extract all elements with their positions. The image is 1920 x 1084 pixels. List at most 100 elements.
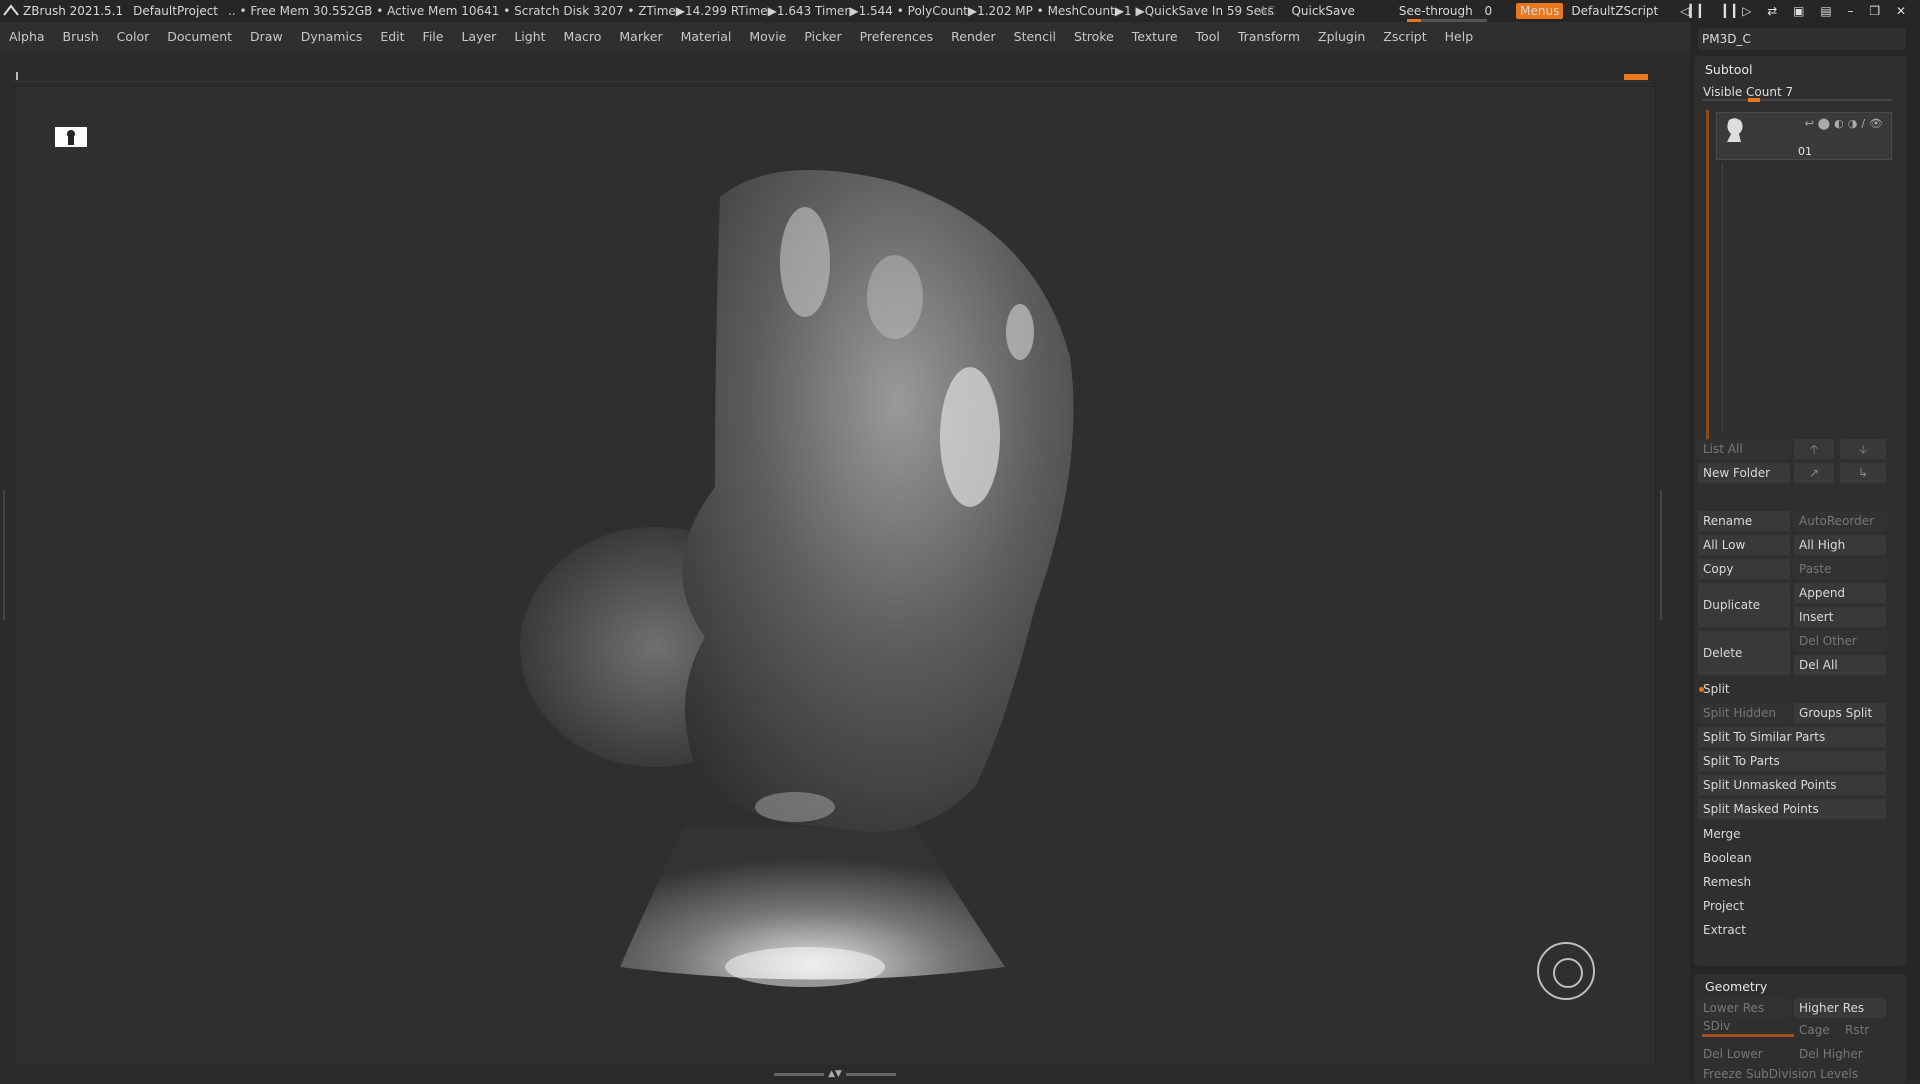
split-parts-button[interactable]: Split To Parts <box>1698 751 1886 771</box>
menu-color[interactable]: Color <box>108 29 159 44</box>
menu-file[interactable]: File <box>414 29 453 44</box>
left-tray-handle[interactable] <box>3 490 9 620</box>
ui-layout-icon[interactable]: ▣ <box>1793 4 1804 18</box>
split-masked-button[interactable]: Split Masked Points <box>1698 799 1886 819</box>
split-hidden-button[interactable]: Split Hidden <box>1698 703 1790 723</box>
project-subpalette[interactable]: Project <box>1698 896 1886 916</box>
layout-narrow-icon[interactable]: ▎▎▷ <box>1724 4 1752 18</box>
remesh-subpalette[interactable]: Remesh <box>1698 872 1886 892</box>
del-lower-button[interactable]: Del Lower <box>1698 1044 1790 1064</box>
menu-document[interactable]: Document <box>158 29 241 44</box>
subtool-toggle-icons[interactable]: ↩⬤◐◑∕👁 <box>1805 117 1887 130</box>
close-icon[interactable]: ✕ <box>1896 4 1906 18</box>
menu-texture[interactable]: Texture <box>1123 29 1187 44</box>
timeline-marker[interactable] <box>16 72 18 80</box>
list-all-button[interactable]: List All <box>1698 439 1790 459</box>
del-higher-button[interactable]: Del Higher <box>1794 1044 1886 1064</box>
menu-macro[interactable]: Macro <box>555 29 611 44</box>
menu-zscript[interactable]: Zscript <box>1374 29 1435 44</box>
see-through-slider[interactable]: See-through 0 <box>1391 4 1500 22</box>
project-name[interactable]: DefaultProject <box>133 4 218 18</box>
menu-edit[interactable]: Edit <box>371 29 413 44</box>
timeline-orange-marker[interactable] <box>1624 74 1648 80</box>
menu-help[interactable]: Help <box>1436 29 1483 44</box>
window-controls: ◁▎▎ ▎▎▷ ⇄ ▣ ▤ – ❐ ✕ <box>1674 4 1912 18</box>
minimize-icon[interactable]: – <box>1848 4 1854 18</box>
bottom-tray-handle[interactable]: ▲▼ <box>770 1069 900 1079</box>
all-low-button[interactable]: All Low <box>1698 535 1790 555</box>
groups-split-button[interactable]: Groups Split <box>1794 703 1886 723</box>
layout-wide-icon[interactable]: ◁▎▎ <box>1680 4 1708 18</box>
menu-material[interactable]: Material <box>672 29 741 44</box>
subtool-title[interactable]: Subtool <box>1705 62 1752 77</box>
subtool-entry-name: 01 <box>1798 145 1812 158</box>
right-tray-handle[interactable] <box>1660 490 1666 620</box>
3d-model[interactable] <box>15 87 1656 1066</box>
timeline-strip[interactable] <box>14 72 1650 82</box>
menu-zplugin[interactable]: Zplugin <box>1309 29 1374 44</box>
higher-res-button[interactable]: Higher Res <box>1794 998 1886 1018</box>
del-other-button[interactable]: Del Other <box>1794 631 1886 651</box>
copy-button[interactable]: Copy <box>1698 559 1790 579</box>
subtool-entry[interactable]: ↩⬤◐◑∕👁 01 <box>1716 112 1892 160</box>
quicksave-button[interactable]: QuickSave <box>1291 4 1354 18</box>
restore-icon[interactable]: ❐ <box>1869 4 1880 18</box>
move-down-arrow-icon[interactable]: 🡣 <box>1840 439 1886 459</box>
menu-stroke[interactable]: Stroke <box>1065 29 1123 44</box>
split-similar-button[interactable]: Split To Similar Parts <box>1698 727 1886 747</box>
document-canvas[interactable] <box>14 86 1656 1066</box>
visible-count-track[interactable] <box>1702 98 1892 102</box>
menu-light[interactable]: Light <box>505 29 554 44</box>
ui-config-icon[interactable]: ▤ <box>1820 4 1831 18</box>
tool-name-field[interactable]: PM3D_C <box>1698 28 1906 50</box>
append-button[interactable]: Append <box>1794 583 1886 603</box>
menu-tool[interactable]: Tool <box>1187 29 1229 44</box>
cage-button[interactable]: Cage <box>1794 1020 1840 1040</box>
menu-preferences[interactable]: Preferences <box>851 29 943 44</box>
menu-picker[interactable]: Picker <box>795 29 850 44</box>
paste-button[interactable]: Paste <box>1794 559 1886 579</box>
new-folder-button[interactable]: New Folder <box>1698 463 1790 483</box>
menus-toggle-button[interactable]: Menus <box>1516 3 1564 19</box>
split-unmasked-button[interactable]: Split Unmasked Points <box>1698 775 1886 795</box>
rstr-button[interactable]: Rstr <box>1840 1020 1886 1040</box>
move-into-folder-icon[interactable]: ↗ <box>1794 463 1834 483</box>
ac-label[interactable]: AC <box>1259 4 1275 18</box>
move-up-arrow-icon[interactable]: 🡡 <box>1794 439 1834 459</box>
duplicate-button[interactable]: Duplicate <box>1698 583 1790 627</box>
menu-transform[interactable]: Transform <box>1229 29 1309 44</box>
navigation-gizmo[interactable] <box>1537 942 1595 1000</box>
see-through-label: See-through <box>1398 4 1473 18</box>
autoreorder-button[interactable]: AutoReorder <box>1794 511 1886 531</box>
delete-button[interactable]: Delete <box>1698 631 1790 675</box>
menu-brush[interactable]: Brush <box>54 29 108 44</box>
expand-arrow-icon[interactable]: ▲▼ <box>828 1069 842 1079</box>
menu-render[interactable]: Render <box>942 29 1005 44</box>
all-high-button[interactable]: All High <box>1794 535 1886 555</box>
subtool-list[interactable]: ↩⬤◐◑∕👁 01 <box>1702 106 1902 446</box>
rename-button[interactable]: Rename <box>1698 511 1790 531</box>
menu-movie[interactable]: Movie <box>740 29 795 44</box>
insert-button[interactable]: Insert <box>1794 607 1886 627</box>
boolean-subpalette[interactable]: Boolean <box>1698 848 1886 868</box>
merge-subpalette[interactable]: Merge <box>1698 824 1886 844</box>
del-all-button[interactable]: Del All <box>1794 655 1886 675</box>
menu-draw[interactable]: Draw <box>241 29 292 44</box>
move-out-folder-icon[interactable]: ↳ <box>1840 463 1886 483</box>
lower-res-button[interactable]: Lower Res <box>1698 998 1790 1018</box>
menu-layer[interactable]: Layer <box>452 29 505 44</box>
subtool-scrollbar[interactable] <box>1706 110 1709 440</box>
swap-icon[interactable]: ⇄ <box>1767 4 1777 18</box>
zscript-button[interactable]: DefaultZScript <box>1571 4 1658 18</box>
menu-stencil[interactable]: Stencil <box>1005 29 1065 44</box>
sdiv-track[interactable] <box>1702 1034 1794 1037</box>
menu-alpha[interactable]: Alpha <box>0 29 54 44</box>
sdiv-slider[interactable]: SDiv <box>1698 1016 1790 1036</box>
extract-subpalette[interactable]: Extract <box>1698 920 1886 940</box>
visible-count-slider[interactable]: Visible Count 7 <box>1703 85 1793 99</box>
split-subpalette[interactable]: Split <box>1698 679 1886 699</box>
freeze-subdiv-button[interactable]: Freeze SubDivision Levels <box>1698 1064 1886 1084</box>
menu-marker[interactable]: Marker <box>610 29 671 44</box>
menu-dynamics[interactable]: Dynamics <box>292 29 372 44</box>
geometry-title[interactable]: Geometry <box>1705 979 1767 994</box>
